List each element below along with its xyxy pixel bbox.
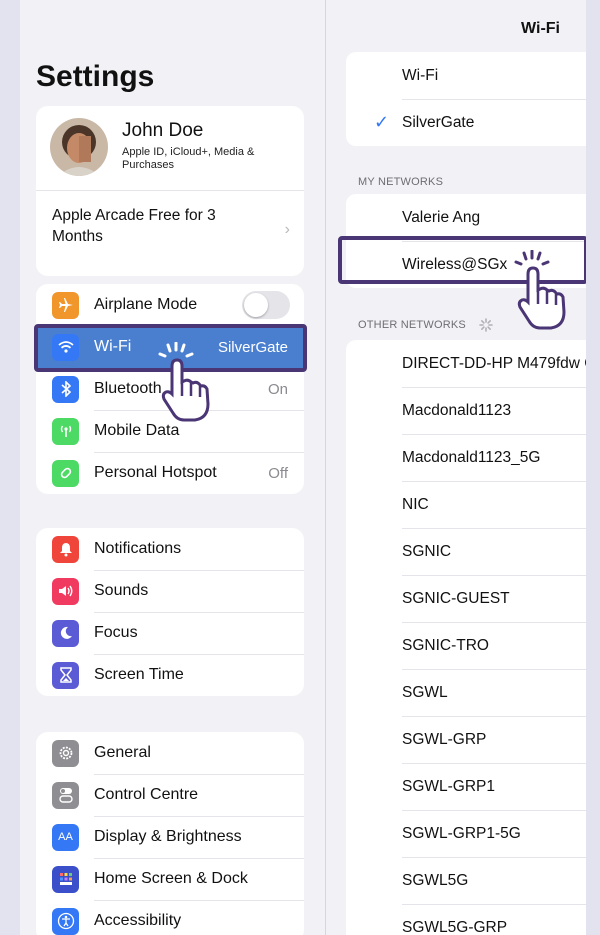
sidebar-item-display-brightness[interactable]: AA Display & Brightness — [36, 816, 304, 858]
network-name: SGWL5G — [402, 871, 469, 889]
sidebar-item-label: Accessibility — [94, 912, 182, 929]
network-name: SGWL5G-GRP — [402, 918, 508, 935]
sidebar-item-label: Airplane Mode — [94, 296, 198, 313]
wifi-row-label: Wi-Fi — [402, 66, 439, 84]
network-name: NIC — [402, 495, 429, 513]
gear-icon — [52, 739, 79, 767]
airplane-mode-toggle[interactable] — [242, 291, 290, 319]
airplane-icon — [52, 291, 79, 319]
profile-subtitle: Apple ID, iCloud+, Media & Purchases — [122, 146, 255, 171]
sidebar-item-airplane-mode[interactable]: Airplane Mode — [36, 284, 304, 326]
network-row[interactable]: SGWL-GRP1 — [346, 763, 586, 810]
connected-network-name: SilverGate — [402, 113, 475, 131]
arcade-offer-row[interactable]: Apple Arcade Free for 3 Months › — [36, 190, 304, 276]
sidebar-item-label: Sounds — [94, 582, 149, 599]
network-row[interactable]: SGWL5G-GRP — [346, 904, 586, 935]
settings-sidebar: Settings John Doe Apple ID, iCloud+, Med… — [20, 0, 325, 935]
sidebar-item-label: Screen Time — [94, 666, 184, 683]
network-name: SGWL-GRP — [402, 730, 487, 748]
avatar — [50, 118, 108, 176]
network-row[interactable]: SGWL5G — [346, 857, 586, 904]
bluetooth-icon — [52, 375, 79, 403]
sidebar-item-label: Mobile Data — [94, 422, 180, 439]
network-name: DIRECT-DD-HP M479fdw Color LJ — [402, 354, 586, 372]
sidebar-item-personal-hotspot[interactable]: Personal Hotspot Off — [36, 452, 304, 494]
network-row[interactable]: SGWL-GRP1-5G — [346, 810, 586, 857]
wifi-detail-pane: Wi-Fi Wi-Fi ✓ SilverGate MY NETWORKS Val… — [326, 0, 586, 935]
sidebar-item-label: Control Centre — [94, 786, 199, 803]
other-networks-label: OTHER NETWORKS — [358, 318, 466, 331]
network-row[interactable]: SGNIC — [346, 528, 586, 575]
accessibility-icon — [52, 907, 79, 935]
network-row[interactable]: DIRECT-DD-HP M479fdw Color LJ — [346, 340, 586, 387]
speaker-icon — [52, 577, 79, 605]
network-row[interactable]: SGWL — [346, 669, 586, 716]
ipad-screen: Settings John Doe Apple ID, iCloud+, Med… — [20, 0, 586, 935]
network-name: SGWL-GRP1-5G — [402, 824, 521, 842]
tap-hand-icon — [158, 342, 210, 422]
network-name: Macdonald1123 — [402, 401, 512, 419]
checkmark-icon: ✓ — [374, 112, 390, 132]
wifi-toggle-row[interactable]: Wi-Fi — [346, 52, 586, 99]
sidebar-item-label: Display & Brightness — [94, 828, 242, 845]
sidebar-item-sounds[interactable]: Sounds — [36, 570, 304, 612]
my-networks-header: MY NETWORKS — [358, 176, 444, 188]
bluetooth-value: On — [267, 380, 288, 398]
sidebar-item-notifications[interactable]: Notifications — [36, 528, 304, 570]
network-row[interactable]: Valerie Ang — [346, 194, 586, 241]
hourglass-icon — [52, 661, 79, 689]
switches-icon — [52, 781, 79, 809]
sidebar-item-accessibility[interactable]: Accessibility — [36, 900, 304, 935]
grid-icon — [52, 865, 79, 893]
text-size-icon: AA — [52, 823, 79, 851]
network-row[interactable]: NIC — [346, 481, 586, 528]
loading-spinner-icon — [479, 318, 493, 332]
network-name: SGWL — [402, 683, 448, 701]
chevron-right-icon: › — [284, 221, 290, 238]
network-row[interactable]: SGWL-GRP — [346, 716, 586, 763]
network-row[interactable]: Macdonald1123 — [346, 387, 586, 434]
tap-hand-icon — [514, 250, 566, 330]
notifications-card: Notifications Sounds Focus Screen Time — [36, 528, 304, 696]
connected-network-row[interactable]: ✓ SilverGate — [346, 99, 586, 146]
sidebar-item-home-screen[interactable]: Home Screen & Dock — [36, 858, 304, 900]
network-name: SGNIC-GUEST — [402, 589, 510, 607]
hotspot-icon — [52, 459, 79, 487]
sidebar-item-screen-time[interactable]: Screen Time — [36, 654, 304, 696]
sidebar-item-label: General — [94, 744, 151, 761]
other-networks-card: DIRECT-DD-HP M479fdw Color LJ Macdonald1… — [346, 340, 586, 935]
page-title: Settings — [36, 60, 155, 93]
apple-id-row[interactable]: John Doe Apple ID, iCloud+, Media & Purc… — [36, 106, 304, 190]
apple-id-card: John Doe Apple ID, iCloud+, Media & Purc… — [36, 106, 304, 276]
other-networks-header: OTHER NETWORKS — [358, 318, 493, 332]
sidebar-item-control-centre[interactable]: Control Centre — [36, 774, 304, 816]
sidebar-item-general[interactable]: General — [36, 732, 304, 774]
moon-icon — [52, 619, 79, 647]
bell-icon — [52, 535, 79, 563]
sidebar-item-label: Notifications — [94, 540, 182, 557]
arcade-offer-label: Apple Arcade Free for 3 Months — [52, 207, 216, 245]
sidebar-item-label: Personal Hotspot — [94, 464, 217, 481]
network-name: SGNIC-TRO — [402, 636, 489, 654]
network-name: SGWL-GRP1 — [402, 777, 496, 795]
profile-name: John Doe — [122, 120, 204, 141]
wifi-pane-title: Wi-Fi — [521, 20, 560, 37]
general-card: General Control Centre AA Display & Brig… — [36, 732, 304, 935]
sidebar-item-label: Home Screen & Dock — [94, 870, 248, 887]
sidebar-item-focus[interactable]: Focus — [36, 612, 304, 654]
network-name: Valerie Ang — [402, 208, 481, 226]
wifi-status-card: Wi-Fi ✓ SilverGate — [346, 52, 586, 146]
hotspot-value: Off — [268, 464, 288, 482]
network-name: SGNIC — [402, 542, 452, 560]
network-row[interactable]: Macdonald1123_5G — [346, 434, 586, 481]
network-name: Macdonald1123_5G — [402, 448, 541, 466]
antenna-icon — [52, 417, 79, 445]
sidebar-item-label: Focus — [94, 624, 138, 641]
network-row[interactable]: SGNIC-GUEST — [346, 575, 586, 622]
network-row[interactable]: SGNIC-TRO — [346, 622, 586, 669]
